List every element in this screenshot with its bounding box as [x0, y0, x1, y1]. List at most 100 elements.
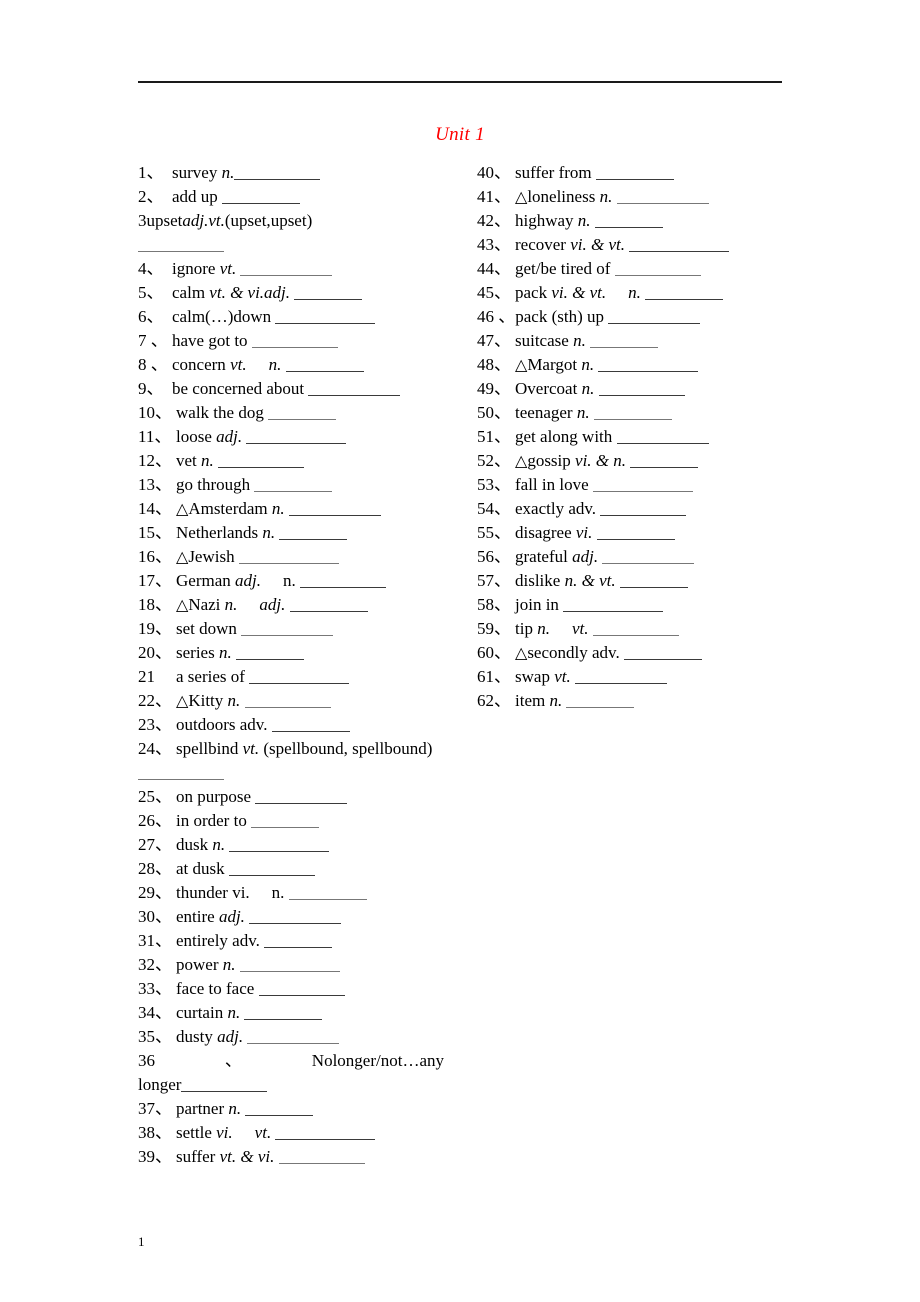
answer-blank[interactable] — [268, 405, 337, 420]
answer-blank[interactable] — [258, 981, 345, 996]
vocabulary-entry: 32、 power n. — [138, 953, 468, 977]
answer-blank[interactable] — [138, 237, 224, 252]
entry-number: 6、 — [138, 307, 164, 326]
vocabulary-entry: 27、 dusk n. — [138, 833, 468, 857]
answer-blank[interactable] — [592, 477, 693, 492]
answer-blank[interactable] — [275, 309, 376, 324]
entry-part-of-speech: n. — [227, 691, 241, 710]
answer-blank[interactable] — [246, 429, 347, 444]
entry-part-of-speech: adv. — [568, 499, 597, 518]
answer-blank[interactable] — [645, 285, 724, 300]
answer-blank[interactable] — [592, 621, 679, 636]
answer-blank[interactable] — [598, 381, 685, 396]
answer-blank[interactable] — [245, 1101, 314, 1116]
answer-blank[interactable] — [602, 549, 695, 564]
entry-term: Amsterdam — [188, 499, 268, 518]
answer-blank[interactable] — [608, 309, 701, 324]
answer-blank[interactable] — [616, 429, 709, 444]
entry-part-of-speech: adv. — [592, 643, 620, 662]
vocabulary-entry: 55、 disagree vi. — [477, 521, 787, 545]
answer-blank[interactable] — [249, 669, 350, 684]
vocabulary-entry: 42、 highway n. — [477, 209, 787, 233]
answer-blank[interactable] — [563, 597, 664, 612]
answer-blank[interactable] — [251, 333, 338, 348]
entry-term: entire — [176, 907, 215, 926]
answer-blank[interactable] — [288, 501, 381, 516]
answer-blank[interactable] — [218, 453, 305, 468]
entry-part-of-speech: n. & vt. — [564, 571, 616, 590]
vocabulary-entry: 4、 ignore vt. — [138, 257, 468, 281]
answer-blank[interactable] — [598, 357, 699, 372]
entry-term: face to face — [176, 979, 255, 998]
vocabulary-entry: 37、 partner n. — [138, 1097, 468, 1121]
vocabulary-entry: 53、 fall in love — [477, 473, 787, 497]
vocabulary-entry: 62、 item n. — [477, 689, 787, 713]
answer-blank[interactable] — [254, 477, 333, 492]
answer-blank[interactable] — [616, 189, 709, 204]
answer-blank[interactable] — [629, 237, 730, 252]
entry-number: 43、 — [477, 235, 511, 254]
entry-term: longer — [138, 1075, 182, 1094]
entry-number: 26、 — [138, 811, 172, 830]
answer-blank[interactable] — [222, 189, 301, 204]
answer-blank[interactable] — [247, 1029, 340, 1044]
entry-number: 49、 — [477, 379, 511, 398]
answer-blank[interactable] — [614, 261, 701, 276]
answer-blank[interactable] — [278, 1149, 365, 1164]
entry-term: gossip — [527, 451, 571, 470]
vocabulary-entry: 39、 suffer vt. & vi. — [138, 1145, 468, 1169]
answer-blank[interactable] — [294, 285, 363, 300]
entry-part-of-speech: adj. — [218, 907, 245, 926]
vocabulary-entry-continuation — [138, 233, 468, 257]
answer-blank[interactable] — [288, 885, 367, 900]
answer-blank[interactable] — [229, 837, 330, 852]
answer-blank[interactable] — [138, 765, 224, 780]
answer-blank[interactable] — [595, 165, 674, 180]
entry-number: 48、 — [477, 355, 511, 374]
answer-blank[interactable] — [228, 861, 315, 876]
entry-number: 53、 — [477, 475, 511, 494]
answer-blank[interactable] — [181, 1077, 268, 1092]
answer-blank[interactable] — [623, 645, 702, 660]
answer-blank[interactable] — [235, 645, 304, 660]
answer-blank[interactable] — [590, 333, 659, 348]
answer-blank[interactable] — [593, 405, 672, 420]
entry-term: add up — [172, 187, 218, 206]
answer-blank[interactable] — [619, 573, 688, 588]
answer-blank[interactable] — [289, 597, 368, 612]
answer-blank[interactable] — [251, 813, 320, 828]
answer-blank[interactable] — [566, 693, 635, 708]
answer-blank[interactable] — [234, 165, 321, 180]
entry-term: pack — [515, 283, 548, 302]
entry-term: calm(…)down — [172, 307, 272, 326]
answer-blank[interactable] — [249, 909, 342, 924]
entry-number: 16、 — [138, 547, 172, 566]
answer-blank[interactable] — [285, 357, 364, 372]
vocabulary-entry: 18、 △Nazi n. adj. — [138, 593, 468, 617]
entry-number: 55、 — [477, 523, 511, 542]
answer-blank[interactable] — [244, 1005, 323, 1020]
answer-blank[interactable] — [271, 717, 350, 732]
vocabulary-entry: 30、 entire adj. — [138, 905, 468, 929]
answer-blank[interactable] — [264, 933, 333, 948]
answer-blank[interactable] — [594, 213, 663, 228]
answer-blank[interactable] — [574, 669, 667, 684]
triangle-marker-icon: △ — [515, 453, 528, 470]
triangle-marker-icon: △ — [176, 597, 189, 614]
answer-blank[interactable] — [308, 381, 401, 396]
answer-blank[interactable] — [630, 453, 699, 468]
enumeration-comma: 、 — [155, 1051, 312, 1070]
page-title: Unit 1 — [435, 124, 485, 145]
answer-blank[interactable] — [239, 957, 340, 972]
answer-blank[interactable] — [279, 525, 348, 540]
answer-blank[interactable] — [300, 573, 386, 588]
answer-blank[interactable] — [244, 693, 331, 708]
answer-blank[interactable] — [275, 1125, 376, 1140]
answer-blank[interactable] — [596, 525, 675, 540]
answer-blank[interactable] — [600, 501, 687, 516]
entry-term: get/be tired of — [515, 259, 611, 278]
answer-blank[interactable] — [240, 261, 333, 276]
answer-blank[interactable] — [238, 549, 339, 564]
answer-blank[interactable] — [255, 789, 348, 804]
answer-blank[interactable] — [241, 621, 334, 636]
